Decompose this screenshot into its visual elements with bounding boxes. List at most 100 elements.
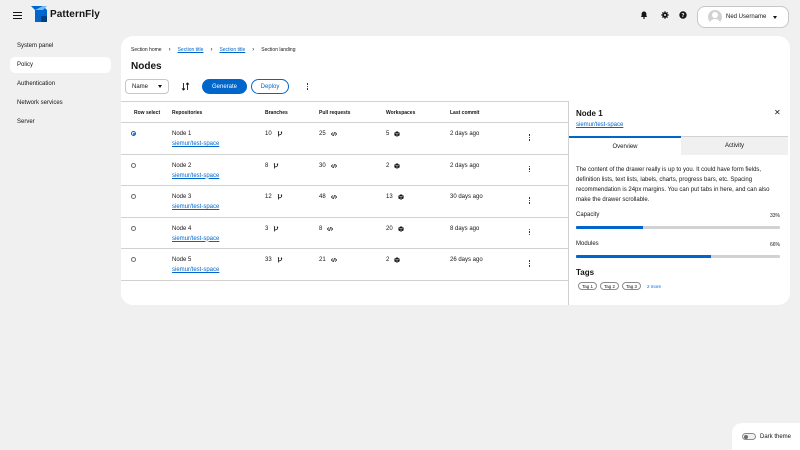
- branches-cell: 33: [265, 257, 283, 263]
- node-name: Node 5: [172, 257, 192, 263]
- row-select-radio[interactable]: [131, 131, 136, 136]
- table-row[interactable]: Node 1 siemur/test-space 10 25 5 2 days ago: [121, 123, 568, 155]
- row-kebab-menu-icon[interactable]: [528, 134, 531, 141]
- page-title: Nodes: [131, 61, 162, 72]
- chevron-right-icon: ›: [168, 47, 171, 53]
- pull-requests-cell: 48: [319, 194, 337, 200]
- row-kebab-menu-icon[interactable]: [528, 228, 531, 236]
- repository-link[interactable]: siemur/test-space: [172, 267, 219, 273]
- dark-theme-toggle[interactable]: [742, 433, 756, 440]
- sort-select-value: Name: [132, 83, 149, 90]
- table-row[interactable]: Node 2 siemur/test-space 8 30 2 2 days ago: [121, 155, 568, 186]
- toolbar-kebab-menu-icon[interactable]: [306, 83, 309, 90]
- sidebar-item-system-panel[interactable]: System panel: [10, 38, 111, 54]
- close-icon[interactable]: ✕: [774, 109, 781, 117]
- breadcrumb: Section home › Section title › Section t…: [131, 47, 296, 53]
- gear-icon[interactable]: [661, 11, 669, 19]
- patternfly-logo-icon: [31, 6, 47, 22]
- tab-activity[interactable]: Activity: [681, 136, 788, 155]
- last-commit: 8 days ago: [450, 225, 480, 232]
- code-icon: [327, 226, 334, 231]
- capacity-progress-bar: [576, 226, 780, 229]
- row-select-radio[interactable]: [131, 194, 136, 199]
- last-commit: 26 days ago: [450, 257, 483, 263]
- branches-count: 3: [265, 225, 269, 232]
- breadcrumb-current: Section landing: [261, 47, 296, 53]
- workspaces-count: 5: [386, 131, 390, 137]
- table-row[interactable]: Node 3 siemur/test-space 12 48 13 30 days ago: [121, 186, 568, 218]
- branches-count: 8: [265, 162, 269, 169]
- tag-label[interactable]: Tag 3: [622, 282, 642, 290]
- table-row[interactable]: Node 4 siemur/test-space 3 8 20 8 days ago: [121, 218, 568, 249]
- help-icon[interactable]: ?: [679, 11, 687, 19]
- pull-requests-count: 48: [319, 194, 326, 200]
- drawer-repo-link[interactable]: siemur/test-space: [576, 122, 623, 128]
- more-tags-link[interactable]: 2 more: [647, 284, 661, 289]
- sidebar-item-policy[interactable]: Policy: [10, 57, 111, 73]
- column-header-branches: Branches: [265, 110, 288, 116]
- column-header-row-select: Row select: [134, 110, 161, 116]
- breadcrumb-link[interactable]: Section title: [178, 47, 204, 53]
- node-name: Node 4: [172, 225, 192, 232]
- workspaces-count: 13: [386, 194, 393, 200]
- code-icon: [330, 194, 337, 200]
- drawer-title: Node 1: [576, 109, 603, 118]
- hamburger-menu-button[interactable]: [13, 11, 22, 20]
- repository-link[interactable]: siemur/test-space: [172, 173, 219, 179]
- dark-theme-label: Dark theme: [760, 433, 792, 440]
- breadcrumb-link[interactable]: Section title: [219, 47, 245, 53]
- workspaces-cell: 5: [386, 131, 400, 137]
- branches-count: 12: [265, 194, 272, 200]
- row-select-radio[interactable]: [131, 257, 136, 262]
- modules-progress-fill: [576, 255, 711, 258]
- caret-down-icon: [773, 15, 778, 19]
- cube-icon: [398, 225, 404, 232]
- column-header-repositories: Repositories: [172, 110, 203, 116]
- workspaces-cell: 13: [386, 194, 404, 200]
- repository-link[interactable]: siemur/test-space: [172, 204, 219, 210]
- code-branch-icon: [277, 131, 282, 137]
- bell-icon[interactable]: [640, 11, 648, 19]
- drawer-tabs: Overview Activity: [569, 136, 788, 155]
- tag-group: Tag 1 Tag 2 Tag 3 2 more: [578, 282, 661, 290]
- row-select-radio[interactable]: [131, 162, 136, 168]
- brand-name: PatternFly: [50, 8, 100, 20]
- workspaces-cell: 2: [386, 257, 400, 263]
- tags-heading: Tags: [576, 268, 595, 277]
- row-kebab-menu-icon[interactable]: [528, 260, 531, 267]
- caret-down-icon: [158, 85, 163, 88]
- details-drawer: Node 1 ✕ siemur/test-space Overview Acti…: [568, 101, 790, 305]
- branches-cell: 12: [265, 194, 283, 200]
- capacity-label: Capacity: [576, 212, 600, 218]
- pull-requests-cell: 30: [319, 163, 337, 169]
- code-branch-icon: [277, 194, 282, 200]
- row-kebab-menu-icon[interactable]: [528, 165, 531, 173]
- branches-cell: 3: [265, 226, 279, 232]
- row-kebab-menu-icon[interactable]: [528, 197, 531, 204]
- tag-label[interactable]: Tag 1: [578, 282, 598, 290]
- workspaces-count: 2: [386, 162, 390, 169]
- modules-progress-bar: [576, 255, 780, 258]
- brand-logo[interactable]: PatternFly: [31, 6, 100, 22]
- sidebar-item-server[interactable]: Server: [10, 114, 111, 130]
- workspaces-count: 20: [386, 225, 393, 232]
- tag-label[interactable]: Tag 2: [600, 282, 620, 290]
- repository-link[interactable]: siemur/test-space: [172, 141, 219, 147]
- node-name: Node 2: [172, 162, 192, 169]
- capacity-value: 33%: [770, 213, 781, 219]
- row-select-radio[interactable]: [131, 225, 136, 231]
- deploy-button[interactable]: Deploy: [251, 79, 289, 94]
- sort-icon[interactable]: [181, 82, 190, 91]
- generate-button[interactable]: Generate: [202, 79, 247, 94]
- theme-switch-panel: Dark theme: [732, 423, 800, 450]
- code-branch-icon: [274, 162, 279, 168]
- sort-select[interactable]: Name: [125, 79, 169, 94]
- cube-icon: [398, 194, 404, 200]
- last-commit: 30 days ago: [450, 194, 483, 200]
- tab-overview[interactable]: Overview: [569, 136, 681, 155]
- table-row[interactable]: Node 5 siemur/test-space 33 21 2 26 days ago: [121, 249, 568, 281]
- sidebar-item-network-services[interactable]: Network services: [10, 95, 111, 111]
- sidebar-item-authentication[interactable]: Authentication: [10, 76, 111, 92]
- repository-link[interactable]: siemur/test-space: [172, 236, 219, 242]
- user-menu-toggle[interactable]: Ned Username: [697, 6, 789, 28]
